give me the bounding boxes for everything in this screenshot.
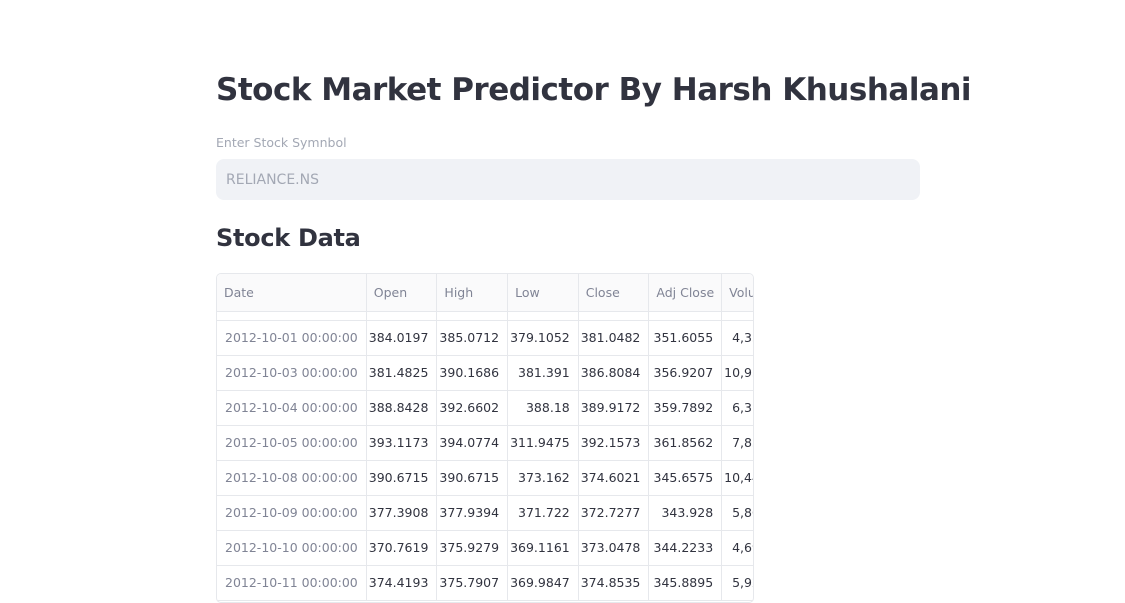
cell-close[interactable]: 374.8535: [578, 565, 650, 601]
cell-adj-close[interactable]: 351.6055: [648, 320, 723, 356]
cell-close[interactable]: 386.8084: [578, 355, 650, 391]
column-header-open[interactable]: Open: [366, 274, 438, 312]
table-row: 2012-10-10 00:00:00 370.7619 375.9279 369.1…: [217, 530, 753, 566]
cell-volume[interactable]: 5,928,559: [721, 565, 753, 601]
cell-high[interactable]: 385.0712: [436, 320, 509, 356]
column-header-volume[interactable]: Volume: [721, 274, 753, 312]
page-title: Stock Market Predictor By Harsh Khushala…: [216, 72, 972, 108]
cell-adj-close[interactable]: 361.8562: [648, 425, 723, 461]
cell-low[interactable]: 311.9475: [507, 425, 579, 461]
cell-date[interactable]: 2012-10-01 00:00:00: [217, 320, 367, 356]
cell-volume[interactable]: 5,800,866: [721, 495, 753, 531]
cell-low[interactable]: 381.391: [507, 355, 579, 391]
cell-date[interactable]: 2012-10-10 00:00:00: [217, 530, 367, 566]
cell-adj-close[interactable]: 359.7892: [648, 390, 723, 426]
cell-open[interactable]: 388.8428: [366, 390, 438, 426]
cell-adj-close[interactable]: 344.2233: [648, 530, 723, 566]
cell-low[interactable]: 388.18: [507, 390, 579, 426]
cell-low[interactable]: 369.9847: [507, 565, 579, 601]
cell-low[interactable]: 371.722: [507, 495, 579, 531]
cell-open[interactable]: 377.3908: [366, 495, 438, 531]
cell-close[interactable]: 373.0478: [578, 530, 650, 566]
table-row: 2012-10-11 00:00:00 374.4193 375.7907 369.9…: [217, 565, 753, 601]
stock-data-table[interactable]: Date Open High Low Close Adj Close Volum…: [216, 273, 754, 603]
cell-adj-close[interactable]: 345.8895: [648, 565, 723, 601]
cell-open[interactable]: 370.7619: [366, 530, 438, 566]
table-row: 2012-10-05 00:00:00 393.1173 394.0774 311.9…: [217, 425, 753, 461]
cell-open[interactable]: 384.0197: [366, 320, 438, 356]
cell-high[interactable]: 392.6602: [436, 390, 509, 426]
table-row: 2012-10-03 00:00:00 381.4825 390.1686 381.3…: [217, 355, 753, 391]
cell-high[interactable]: 377.9394: [436, 495, 509, 531]
cell-volume[interactable]: 4,356,114: [721, 320, 753, 356]
table-header-spacer: [217, 311, 753, 321]
cell-adj-close[interactable]: 356.9207: [648, 355, 723, 391]
cell-high[interactable]: 390.1686: [436, 355, 509, 391]
cell-volume[interactable]: 6,313,307: [721, 390, 753, 426]
column-header-close[interactable]: Close: [578, 274, 650, 312]
table-row: 2012-10-01 00:00:00 384.0197 385.0712 379.1…: [217, 320, 753, 356]
cell-close[interactable]: 381.0482: [578, 320, 650, 356]
cell-low[interactable]: 369.1161: [507, 530, 579, 566]
cell-volume[interactable]: 10,951,459: [721, 355, 753, 391]
cell-adj-close[interactable]: 345.6575: [648, 460, 723, 496]
cell-high[interactable]: 375.9279: [436, 530, 509, 566]
cell-open[interactable]: 393.1173: [366, 425, 438, 461]
table-row: 2012-10-09 00:00:00 377.3908 377.9394 371.7…: [217, 495, 753, 531]
cell-close[interactable]: 374.6021: [578, 460, 650, 496]
cell-close[interactable]: 389.9172: [578, 390, 650, 426]
cell-high[interactable]: 394.0774: [436, 425, 509, 461]
cell-open[interactable]: 381.4825: [366, 355, 438, 391]
cell-volume[interactable]: 10,446,510: [721, 460, 753, 496]
table-row: 2012-10-04 00:00:00 388.8428 392.6602 388.1…: [217, 390, 753, 426]
cell-date[interactable]: 2012-10-05 00:00:00: [217, 425, 367, 461]
data-grid: Date Open High Low Close Adj Close Volum…: [217, 274, 753, 601]
cell-volume[interactable]: 4,690,469: [721, 530, 753, 566]
cell-open[interactable]: 374.4193: [366, 565, 438, 601]
cell-date[interactable]: 2012-10-08 00:00:00: [217, 460, 367, 496]
cell-low[interactable]: 379.1052: [507, 320, 579, 356]
column-header-date[interactable]: Date: [217, 274, 367, 312]
cell-date[interactable]: 2012-10-03 00:00:00: [217, 355, 367, 391]
cell-date[interactable]: 2012-10-04 00:00:00: [217, 390, 367, 426]
table-header-row: Date Open High Low Close Adj Close Volum…: [217, 274, 753, 312]
stock-symbol-label: Enter Stock Symnbol: [216, 135, 347, 150]
cell-close[interactable]: 392.1573: [578, 425, 650, 461]
cell-volume[interactable]: 7,857,397: [721, 425, 753, 461]
column-header-adj-close[interactable]: Adj Close: [648, 274, 723, 312]
column-header-low[interactable]: Low: [507, 274, 579, 312]
cell-high[interactable]: 375.7907: [436, 565, 509, 601]
cell-close[interactable]: 372.7277: [578, 495, 650, 531]
cell-high[interactable]: 390.6715: [436, 460, 509, 496]
cell-open[interactable]: 390.6715: [366, 460, 438, 496]
cell-date[interactable]: 2012-10-09 00:00:00: [217, 495, 367, 531]
cell-low[interactable]: 373.162: [507, 460, 579, 496]
column-header-high[interactable]: High: [436, 274, 509, 312]
stock-data-heading: Stock Data: [216, 224, 361, 252]
cell-adj-close[interactable]: 343.928: [648, 495, 723, 531]
cell-date[interactable]: 2012-10-11 00:00:00: [217, 565, 367, 601]
stock-symbol-input[interactable]: [216, 159, 920, 200]
table-row: 2012-10-08 00:00:00 390.6715 390.6715 373.1…: [217, 460, 753, 496]
